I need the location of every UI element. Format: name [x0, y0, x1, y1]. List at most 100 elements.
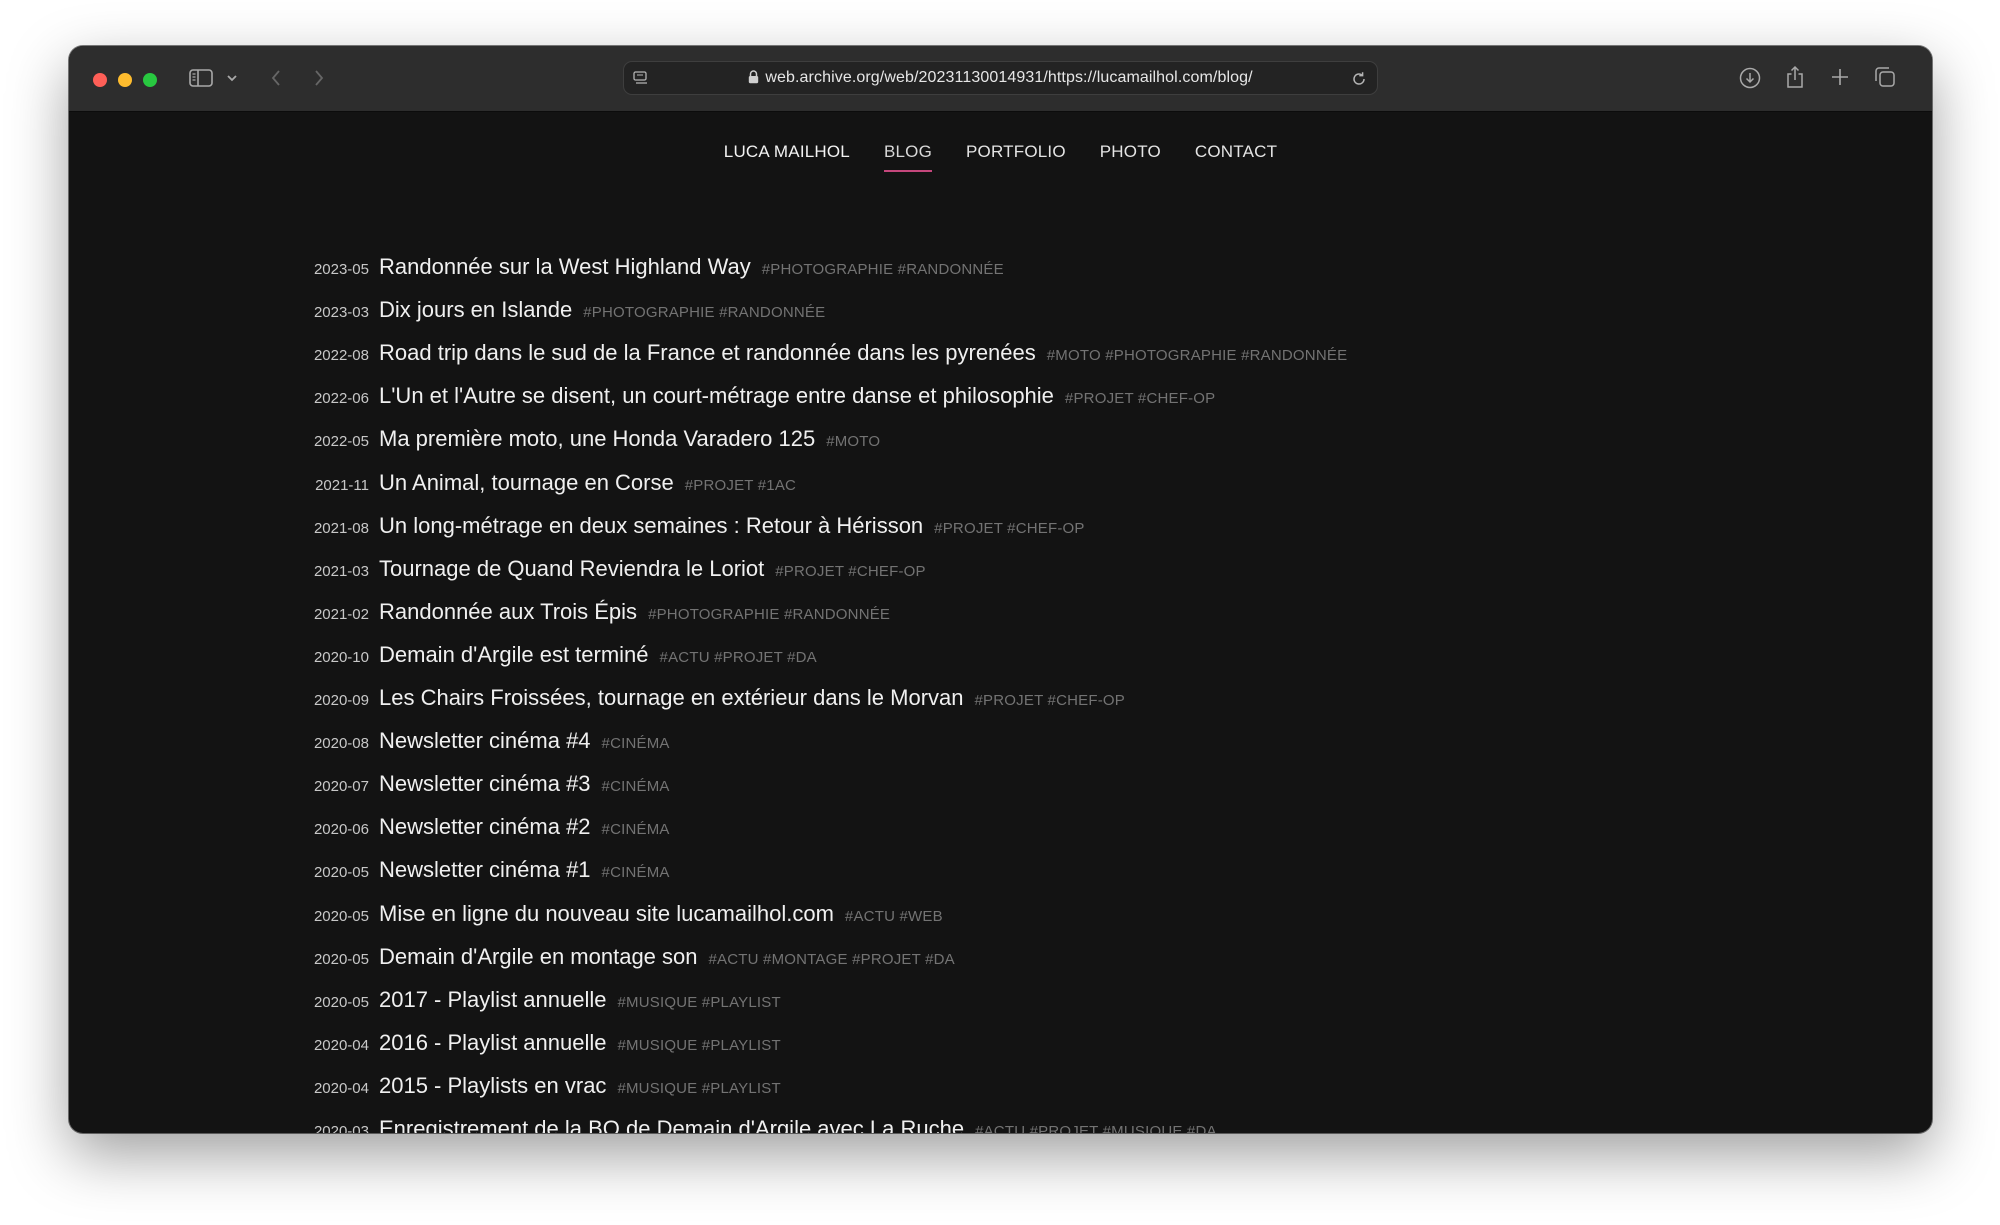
new-tab-icon[interactable]	[1829, 66, 1851, 88]
post-row: 2023-03 Dix jours en Islande #PHOTOGRAPHIE…	[69, 297, 825, 337]
post-title-link[interactable]: Randonnée aux Trois Épis	[379, 599, 637, 625]
post-date: 2023-03	[313, 304, 369, 321]
nav-link-portfolio[interactable]: PORTFOLIO	[966, 136, 1066, 168]
post-row: 2023-05 Randonnée sur la West Highland Wa…	[69, 254, 1004, 294]
post-title-link[interactable]: Les Chairs Froissées, tournage en extéri…	[379, 685, 964, 711]
post-tags: #PROJET #CHEF-OP	[934, 520, 1085, 537]
post-tags: #PHOTOGRAPHIE #RANDONNÉE	[648, 606, 891, 623]
post-title-link[interactable]: Newsletter cinéma #1	[379, 857, 591, 883]
post-row: 2020-09 Les Chairs Froissées, tournage en…	[69, 685, 1125, 725]
post-date: 2020-10	[313, 649, 369, 666]
post-tags: #PROJET #CHEF-OP	[974, 692, 1125, 709]
share-icon[interactable]	[1783, 63, 1807, 91]
post-row: 2021-03 Tournage de Quand Reviendra le Lo…	[69, 556, 926, 596]
back-arrow-icon[interactable]	[267, 66, 285, 90]
page-content: LUCA MAILHOL BLOG PORTFOLIO PHOTO CONTAC…	[69, 112, 1932, 1133]
post-date: 2023-05	[313, 261, 369, 278]
post-row: 2020-05 Demain d'Argile en montage son #AC…	[69, 944, 955, 984]
post-date: 2020-07	[313, 778, 369, 795]
post-title-link[interactable]: 2017 - Playlist annuelle	[379, 987, 606, 1013]
post-tags: #CINÉMA	[601, 821, 670, 838]
post-title-link[interactable]: 2015 - Playlists en vrac	[379, 1073, 606, 1099]
nav-link-photo[interactable]: PHOTO	[1100, 136, 1161, 168]
post-date: 2022-05	[313, 433, 369, 450]
post-title-link[interactable]: Newsletter cinéma #2	[379, 814, 591, 840]
post-title-link[interactable]: Demain d'Argile est terminé	[379, 642, 649, 668]
post-date: 2021-08	[313, 520, 369, 537]
post-tags: #MOTO	[826, 433, 881, 450]
post-date: 2020-04	[313, 1037, 369, 1054]
post-row: 2020-04 2015 - Playlists en vrac #MUSIQUE …	[69, 1073, 781, 1113]
post-title-link[interactable]: Road trip dans le sud de la France et ra…	[379, 340, 1036, 366]
post-row: 2022-05 Ma première moto, une Honda Varad…	[69, 426, 880, 466]
post-date: 2020-09	[313, 692, 369, 709]
nav-link-contact[interactable]: CONTACT	[1195, 136, 1277, 168]
post-title-link[interactable]: Enregistrement de la BO de Demain d'Argi…	[379, 1116, 964, 1133]
post-title-link[interactable]: Newsletter cinéma #4	[379, 728, 591, 754]
post-title-link[interactable]: Mise en ligne du nouveau site lucamailho…	[379, 901, 834, 927]
post-row: 2022-06 L'Un et l'Autre se disent, un cou…	[69, 383, 1215, 423]
post-tags: #PROJET #1AC	[684, 477, 797, 494]
chevron-down-icon[interactable]	[226, 71, 238, 85]
post-title-link[interactable]: L'Un et l'Autre se disent, un court-métr…	[379, 383, 1054, 409]
lock-icon	[748, 64, 759, 96]
post-row: 2020-08 Newsletter cinéma #4 #CINÉMA	[69, 728, 670, 768]
sidebar-toggle-icon[interactable]	[188, 67, 214, 89]
post-tags: #CINÉMA	[601, 864, 670, 881]
post-row: 2020-05 Newsletter cinéma #1 #CINÉMA	[69, 857, 670, 897]
post-row: 2020-05 Mise en ligne du nouveau site luc…	[69, 901, 943, 941]
post-row: 2021-08 Un long-métrage en deux semaines …	[69, 513, 1085, 553]
post-date: 2020-05	[313, 994, 369, 1011]
post-row: 2020-10 Demain d'Argile est terminé #ACTU …	[69, 642, 817, 682]
post-date: 2020-04	[313, 1080, 369, 1097]
post-tags: #PROJET #CHEF-OP	[1064, 390, 1216, 407]
post-date: 2020-06	[313, 821, 369, 838]
post-tags: #ACTU #PROJET #DA	[659, 649, 817, 666]
nav-link-blog[interactable]: BLOG	[883, 136, 933, 172]
address-bar[interactable]: web.archive.org/web/20231130014931/https…	[623, 61, 1378, 95]
post-title-link[interactable]: Un long-métrage en deux semaines : Retou…	[379, 513, 923, 539]
post-date: 2022-08	[313, 347, 369, 364]
post-date: 2020-05	[313, 864, 369, 881]
post-title-link[interactable]: Demain d'Argile en montage son	[379, 944, 698, 970]
url-field[interactable]: web.archive.org/web/20231130014931/https…	[624, 62, 1377, 94]
close-window-button[interactable]	[93, 73, 107, 87]
browser-toolbar: web.archive.org/web/20231130014931/https…	[69, 46, 1932, 112]
zoom-window-button[interactable]	[143, 73, 157, 87]
site-nav: LUCA MAILHOL BLOG PORTFOLIO PHOTO CONTAC…	[69, 112, 1932, 192]
post-date: 2021-02	[313, 606, 369, 623]
post-tags: #CINÉMA	[601, 735, 670, 752]
url-text: web.archive.org/web/20231130014931/https…	[765, 69, 1253, 86]
post-tags: #PROJET #CHEF-OP	[775, 563, 926, 580]
post-date: 2020-05	[313, 908, 369, 925]
post-date: 2021-03	[313, 563, 369, 580]
post-row: 2022-08 Road trip dans le sud de la Franc…	[69, 340, 1347, 380]
post-row: 2021-11 Un Animal, tournage en Corse #PROJ…	[69, 470, 796, 510]
post-title-link[interactable]: 2016 - Playlist annuelle	[379, 1030, 606, 1056]
reload-icon[interactable]	[1349, 69, 1369, 89]
post-tags: #MOTO #PHOTOGRAPHIE #RANDONNÉE	[1046, 347, 1348, 364]
post-tags: #CINÉMA	[601, 778, 670, 795]
post-row: 2020-06 Newsletter cinéma #2 #CINÉMA	[69, 814, 670, 854]
post-row: 2020-04 2016 - Playlist annuelle #MUSIQUE …	[69, 1030, 781, 1070]
post-date: 2020-08	[313, 735, 369, 752]
post-tags: #PHOTOGRAPHIE #RANDONNÉE	[583, 304, 826, 321]
nav-brand-link[interactable]: LUCA MAILHOL	[724, 136, 850, 168]
post-tags: #ACTU #WEB	[844, 908, 943, 925]
post-date: 2021-11	[315, 477, 369, 494]
post-title-link[interactable]: Dix jours en Islande	[379, 297, 572, 323]
post-title-link[interactable]: Newsletter cinéma #3	[379, 771, 591, 797]
post-title-link[interactable]: Tournage de Quand Reviendra le Loriot	[379, 556, 764, 582]
post-tags: #MUSIQUE #PLAYLIST	[617, 1037, 781, 1054]
post-title-link[interactable]: Randonnée sur la West Highland Way	[379, 254, 751, 280]
post-row: 2021-02 Randonnée aux Trois Épis #PHOTOGRA…	[69, 599, 890, 639]
post-tags: #MUSIQUE #PLAYLIST	[617, 994, 781, 1011]
tab-overview-icon[interactable]	[1873, 65, 1897, 89]
post-date: 2020-05	[313, 951, 369, 968]
minimize-window-button[interactable]	[118, 73, 132, 87]
post-title-link[interactable]: Un Animal, tournage en Corse	[379, 470, 674, 496]
post-title-link[interactable]: Ma première moto, une Honda Varadero 125	[379, 426, 815, 452]
download-icon[interactable]	[1737, 65, 1763, 91]
forward-arrow-icon[interactable]	[310, 66, 328, 90]
post-tags: #ACTU #PROJET #MUSIQUE #DA	[975, 1123, 1217, 1133]
